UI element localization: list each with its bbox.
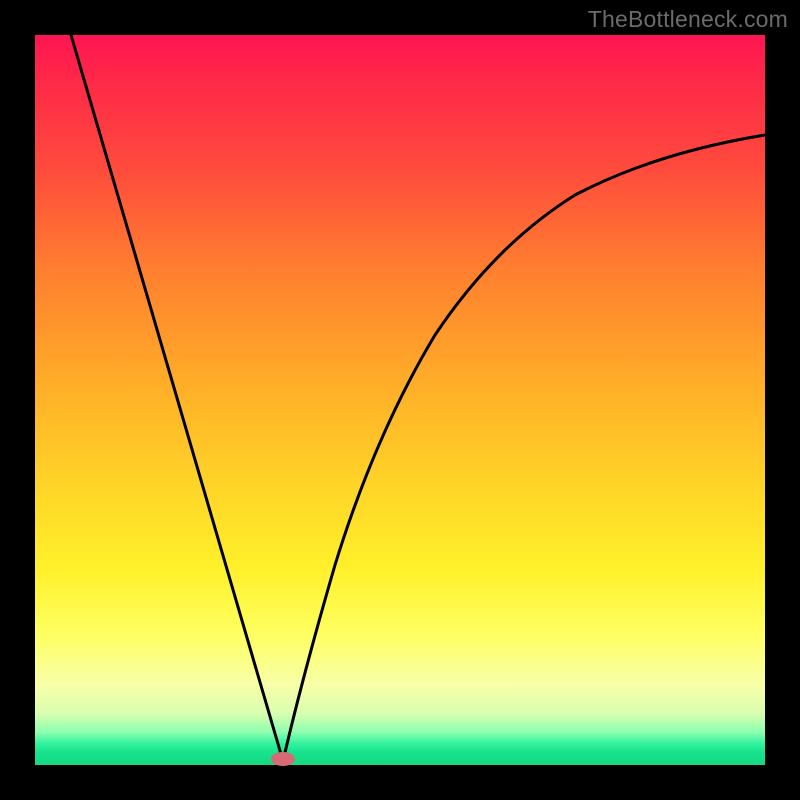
watermark-text: TheBottleneck.com — [588, 6, 788, 33]
plot-area — [35, 35, 765, 765]
curve-left-branch — [71, 35, 283, 761]
bottleneck-curve — [35, 35, 765, 765]
valley-marker — [271, 752, 295, 766]
chart-frame: TheBottleneck.com — [0, 0, 800, 800]
curve-right-branch — [283, 135, 765, 761]
